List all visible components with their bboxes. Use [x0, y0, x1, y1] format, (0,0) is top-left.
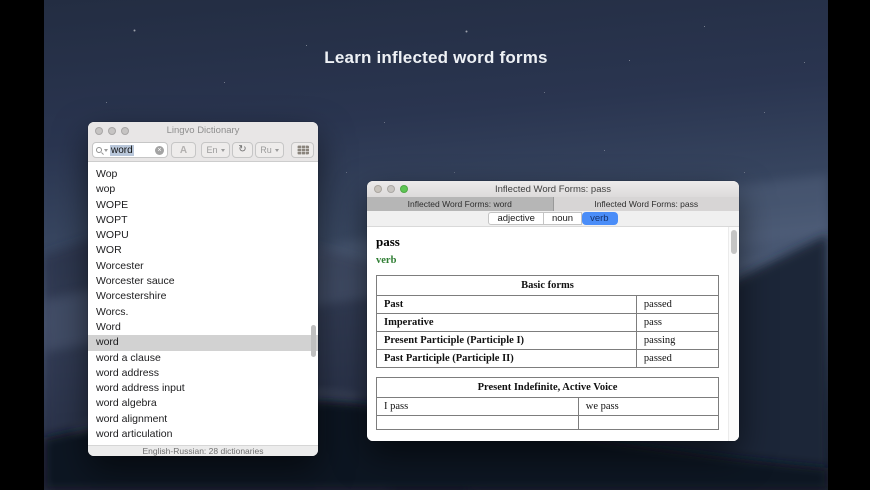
list-item[interactable]: word a clause — [88, 351, 318, 366]
list-item[interactable]: Worcestershire — [88, 289, 318, 304]
swap-languages-button[interactable]: ↻ — [232, 142, 253, 158]
table-cell: passed — [635, 295, 720, 314]
table-cell: Imperative — [376, 313, 637, 332]
table-title: Basic forms — [376, 275, 719, 296]
traffic-lights — [374, 181, 408, 197]
inflected-forms-window: Inflected Word Forms: pass Inflected Wor… — [367, 181, 739, 441]
list-item[interactable]: word algebra — [88, 396, 318, 411]
table-cell: Present Participle (Participle I) — [376, 331, 637, 350]
chevron-down-icon — [220, 148, 225, 152]
desktop: Learn inflected word forms Lingvo Dictio… — [0, 0, 870, 490]
list-item[interactable]: Wop — [88, 167, 318, 182]
close-button[interactable] — [374, 185, 382, 193]
font-size-button[interactable]: A — [171, 142, 196, 158]
content-scrollbar-thumb[interactable] — [731, 230, 737, 254]
table-row: Past passed — [376, 295, 720, 314]
forms-table: Present Indefinite, Active Voice I pass we… — [376, 377, 720, 430]
stars — [44, 0, 45, 1]
tab-bar: Inflected Word Forms: word Inflected Word… — [367, 197, 739, 211]
table-row: Imperative pass — [376, 313, 720, 332]
dictionaries-icon — [296, 145, 309, 155]
swap-icon: ↻ — [238, 144, 247, 155]
part-of-speech-label: verb — [376, 255, 397, 266]
zoom-button[interactable] — [400, 185, 408, 193]
page-title: Learn inflected word forms — [324, 48, 548, 67]
table-cell: passed — [635, 349, 720, 368]
chevron-down-icon — [274, 148, 279, 152]
list-item[interactable]: Word — [88, 320, 318, 335]
dictionary-titlebar[interactable]: Lingvo Dictionary — [88, 122, 318, 139]
table-cell: pass — [635, 313, 720, 332]
table-row: I pass we pass — [376, 397, 720, 416]
list-item[interactable]: word articulation — [88, 427, 318, 442]
list-item[interactable]: WOR — [88, 243, 318, 258]
source-language-label: En — [206, 145, 218, 155]
list-item[interactable]: word alignment — [88, 412, 318, 427]
forms-titlebar[interactable]: Inflected Word Forms: pass — [367, 181, 739, 197]
status-bar: English-Russian: 28 dictionaries — [88, 445, 318, 456]
table-cell: passing — [635, 331, 720, 350]
table-row — [376, 415, 720, 430]
minimize-button[interactable] — [108, 126, 116, 135]
list-item[interactable]: WOPE — [88, 198, 318, 213]
table-cell: Past Participle (Participle II) — [376, 349, 637, 368]
headword: pass — [376, 234, 400, 249]
segment-verb[interactable]: verb — [582, 212, 618, 225]
segment-noun[interactable]: noun — [543, 212, 583, 225]
forms-content-tables: pass verb Basic forms Past passed Imperativ… — [367, 227, 728, 441]
part-of-speech-bar: adjective noun verb — [367, 211, 739, 227]
table-cell: I pass — [376, 397, 579, 416]
target-language-button[interactable]: Ru — [255, 142, 284, 158]
traffic-lights — [95, 122, 129, 139]
dictionary-toolbar: word × A En ↻ Ru — [88, 139, 318, 162]
forms-table: Basic forms Past passed Imperative pass Prese… — [376, 275, 720, 368]
source-language-button[interactable]: En — [201, 142, 230, 158]
list-item[interactable]: word address — [88, 366, 318, 381]
window-title: Inflected Word Forms: pass — [495, 183, 611, 195]
list-item[interactable]: Worcs. — [88, 305, 318, 320]
close-button[interactable] — [95, 126, 103, 135]
word-list: Wop wop WOPE WOPT WOPU WOR Worcester Worcester … — [88, 163, 318, 445]
table-title: Present Indefinite, Active Voice — [376, 377, 719, 398]
list-item[interactable]: word address input — [88, 381, 318, 396]
target-language-label: Ru — [260, 145, 272, 155]
dictionary-window: Lingvo Dictionary word × A En ↻ Ru Wop w… — [88, 122, 318, 456]
list-scrollbar-thumb[interactable] — [311, 325, 316, 357]
table-cell: we pass — [577, 397, 720, 416]
search-scope-chevron-icon — [104, 148, 108, 152]
table-row: Present Participle (Participle I) passing — [376, 331, 720, 350]
segment-adjective[interactable]: adjective — [488, 212, 544, 225]
search-input[interactable]: word × — [92, 142, 168, 158]
tab-inactive[interactable]: Inflected Word Forms: word — [367, 197, 554, 211]
list-item[interactable]: Worcester — [88, 259, 318, 274]
search-text: word — [110, 144, 134, 156]
list-item[interactable]: wop — [88, 182, 318, 197]
table-cell: Past — [376, 295, 637, 314]
list-item[interactable]: WOPU — [88, 228, 318, 243]
forms-content: pass verb Basic forms Past passed Imperativ… — [367, 227, 739, 441]
clear-search-icon[interactable]: × — [155, 145, 164, 155]
tab-active[interactable]: Inflected Word Forms: pass — [553, 197, 739, 211]
search-icon — [96, 147, 102, 153]
font-size-label: A — [179, 144, 188, 156]
minimize-button[interactable] — [387, 185, 395, 193]
table-row: Past Participle (Participle II) passed — [376, 349, 720, 368]
dictionaries-button[interactable] — [291, 142, 314, 158]
list-item[interactable]: word — [88, 335, 318, 351]
pos-segmented-control: adjective noun verb — [488, 212, 618, 225]
list-item[interactable]: Worcester sauce — [88, 274, 318, 289]
content-scrollbar[interactable] — [728, 227, 739, 441]
zoom-button[interactable] — [121, 126, 129, 135]
list-item[interactable]: WOPT — [88, 213, 318, 228]
